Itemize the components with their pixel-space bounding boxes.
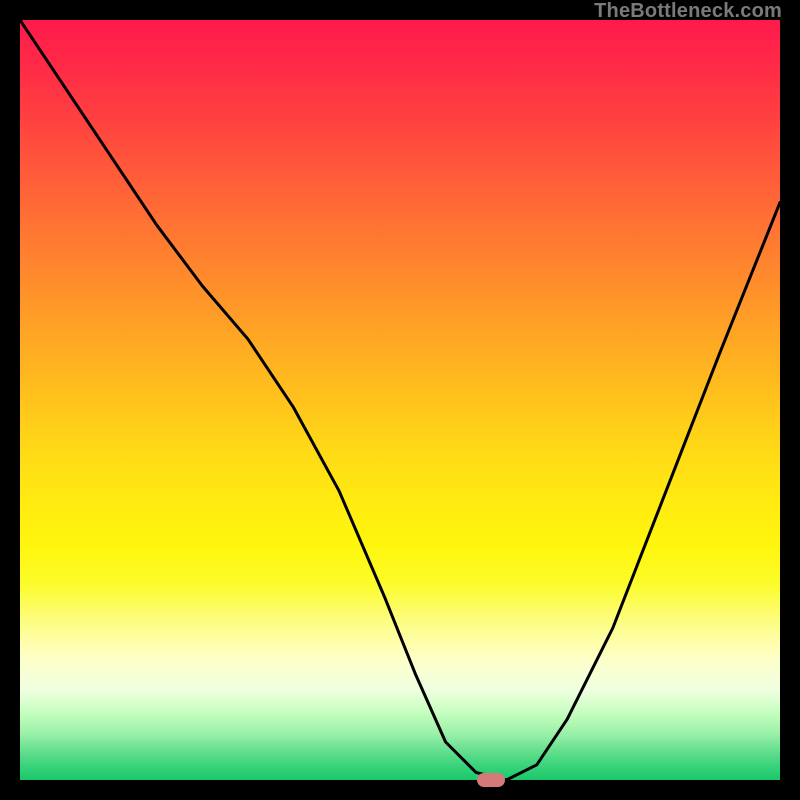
bottleneck-curve: [20, 20, 780, 780]
plot-area: [20, 20, 780, 780]
optimal-marker: [477, 773, 505, 787]
chart-frame: TheBottleneck.com: [0, 0, 800, 800]
